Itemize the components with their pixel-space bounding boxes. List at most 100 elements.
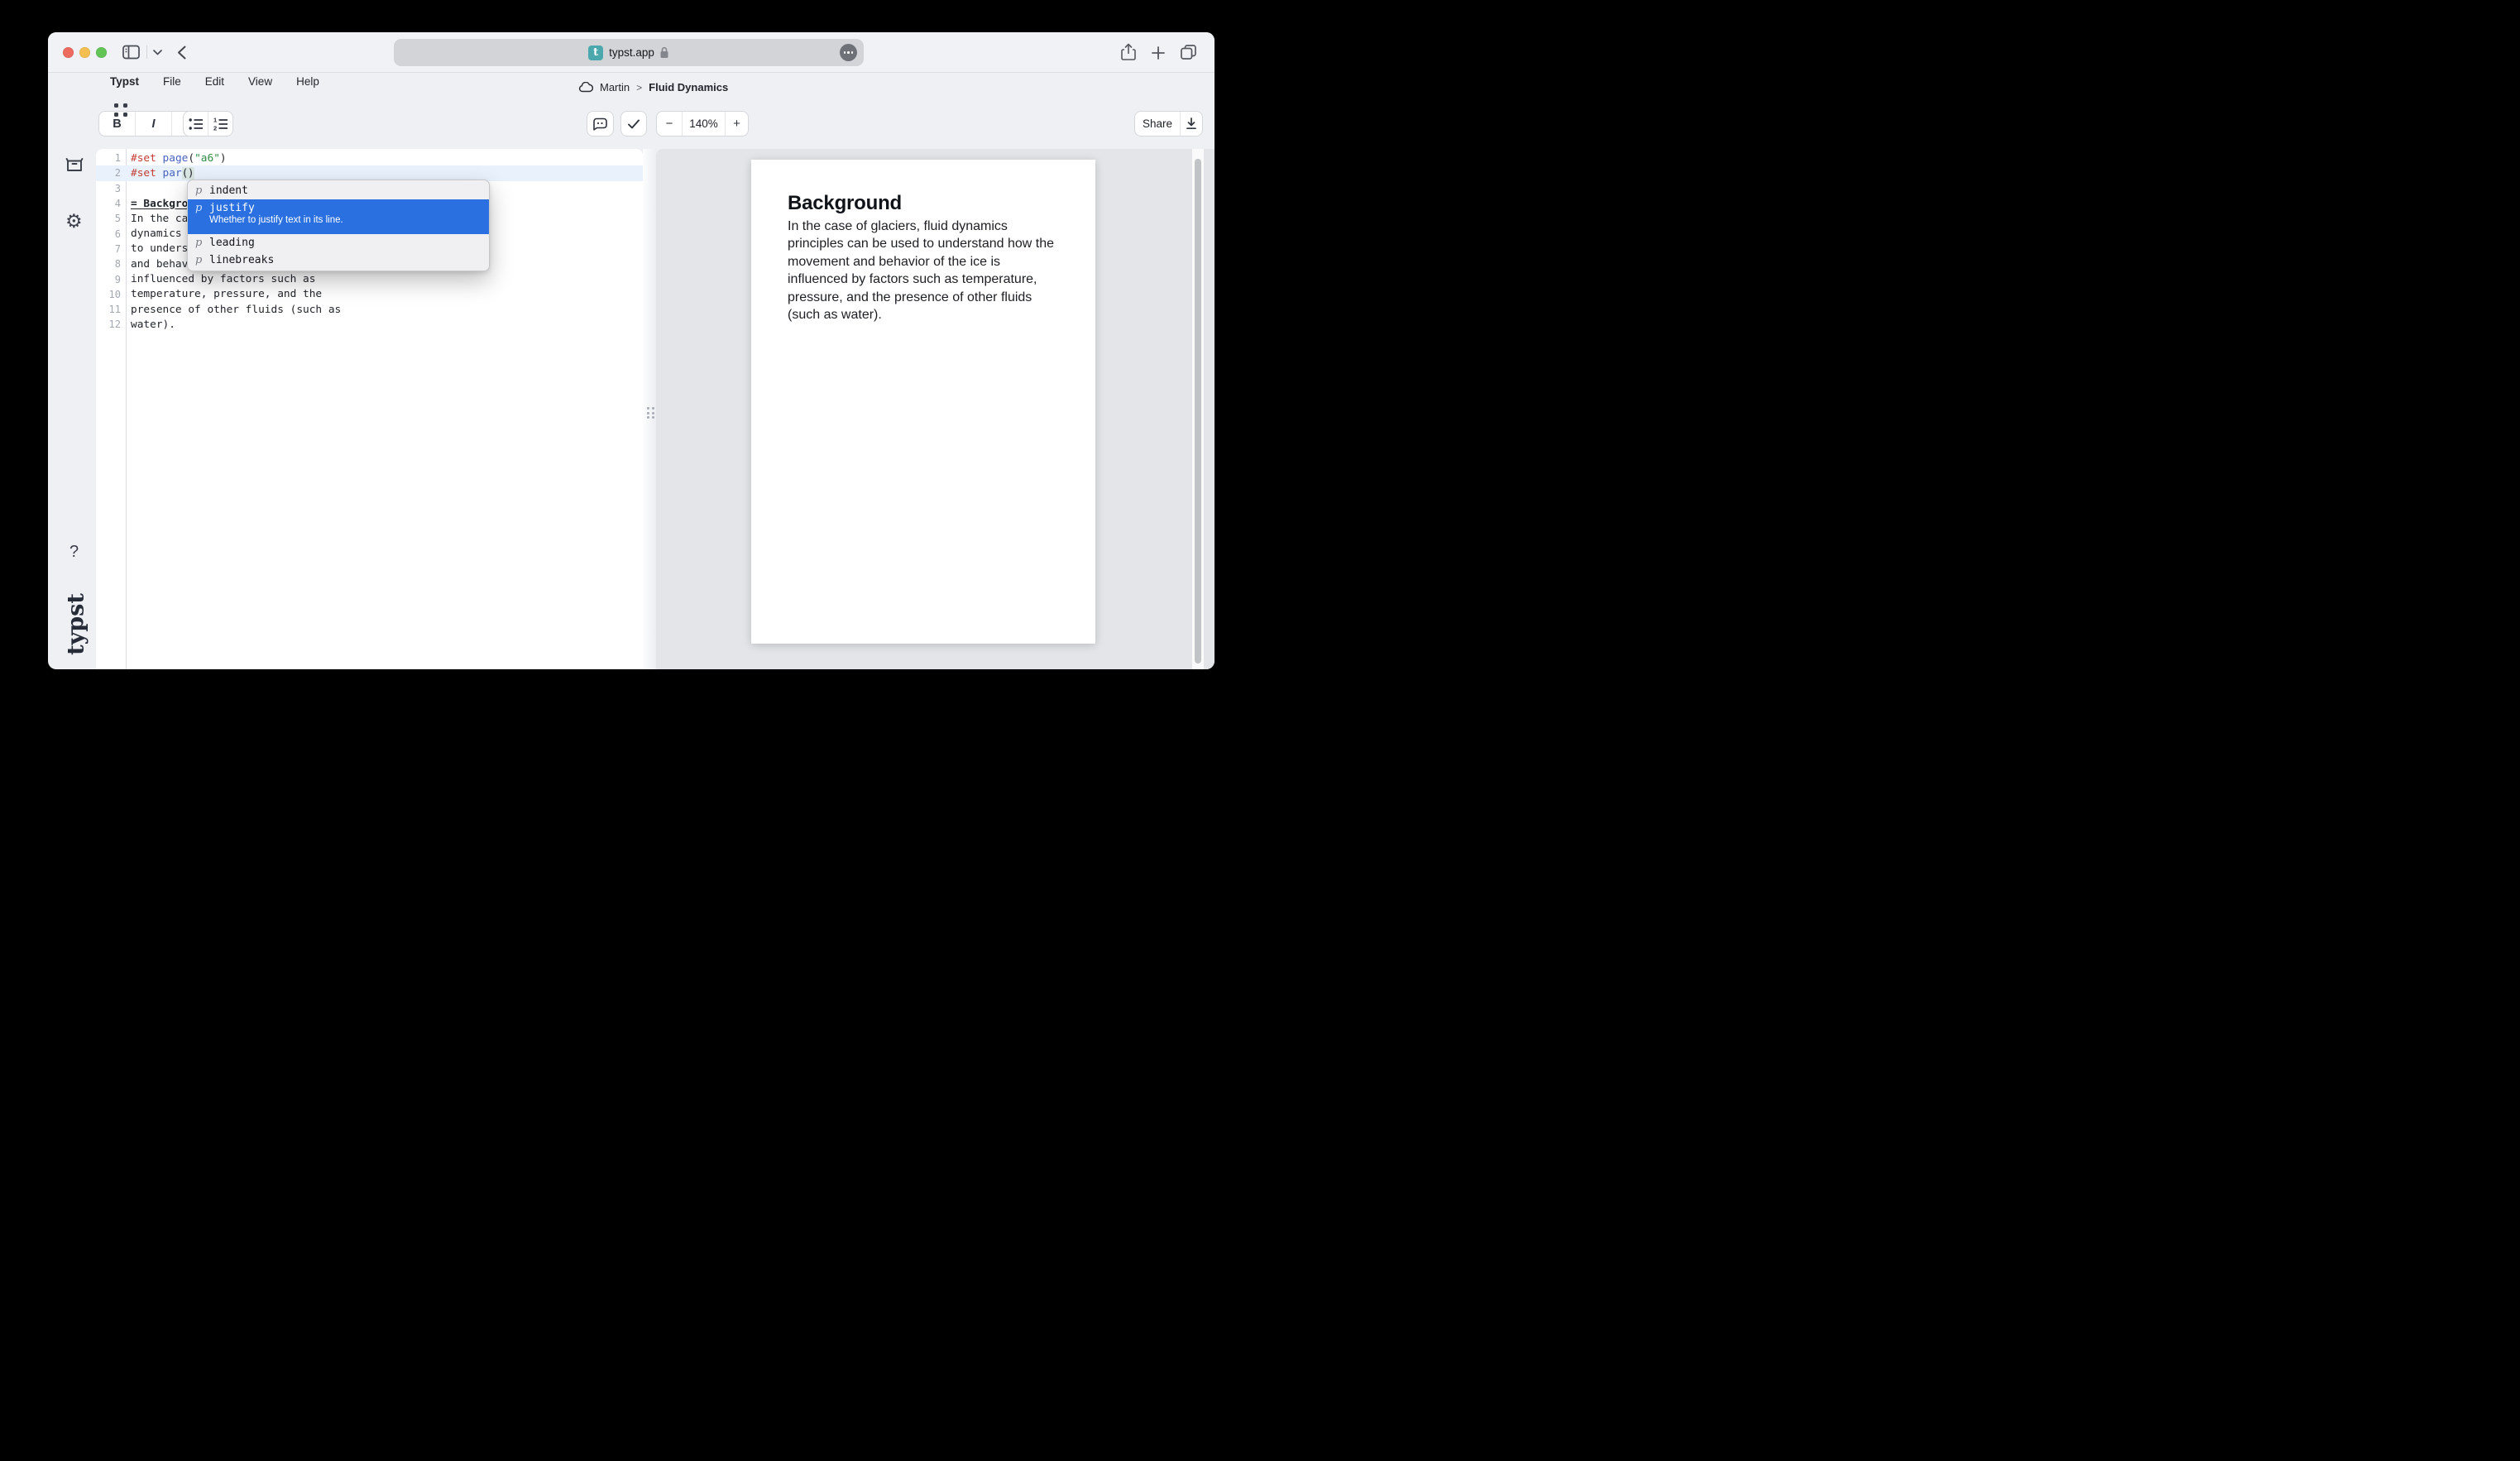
page-options-icon[interactable]: [840, 44, 857, 61]
line-number: 12: [96, 319, 121, 330]
browser-chrome: t typst.app: [48, 32, 1214, 73]
share-button[interactable]: Share: [1135, 112, 1181, 136]
line-number: 7: [96, 243, 121, 255]
share-group: Share: [1134, 111, 1203, 137]
app-grid-icon[interactable]: [114, 103, 127, 117]
line-number: 3: [96, 183, 121, 194]
files-box-icon[interactable]: [65, 157, 84, 174]
code-line[interactable]: 11 presence of other fluids (such as: [96, 302, 643, 317]
line-number: 6: [96, 228, 121, 240]
check-icon: [627, 118, 640, 130]
list-format-group: 1 2: [183, 111, 233, 137]
browser-window: t typst.app: [48, 32, 1214, 669]
menu-item-help[interactable]: Help: [296, 75, 319, 88]
breadcrumb[interactable]: Martin > Fluid Dynamics: [578, 81, 728, 93]
preview-page: Background In the case of glaciers, flui…: [751, 160, 1095, 644]
code-line[interactable]: 12 water).: [96, 317, 643, 332]
typst-favicon-icon: t: [588, 46, 603, 60]
preview-heading: Background: [788, 191, 1064, 216]
check-button[interactable]: [621, 112, 646, 136]
preview-scrollbar-track[interactable]: [1192, 149, 1204, 669]
breadcrumb-separator: >: [636, 82, 642, 93]
cloud-icon: [578, 82, 593, 93]
line-number: 1: [96, 152, 121, 164]
help-icon[interactable]: ?: [69, 543, 79, 562]
line-number: 11: [96, 304, 121, 315]
approve-group: [620, 111, 647, 137]
zoom-out-button[interactable]: −: [657, 112, 683, 136]
minimize-window-button[interactable]: [79, 47, 90, 58]
italic-button[interactable]: I: [136, 112, 172, 136]
autocomplete-item-indent[interactable]: pindent: [188, 182, 489, 199]
screenshot-stage: t typst.app: [0, 0, 1260, 730]
menu-item-view[interactable]: View: [248, 75, 272, 88]
autocomplete-popup: pindentpjustifyWhether to justify text i…: [187, 180, 490, 271]
line-number: 5: [96, 213, 121, 224]
code-text: influenced by factors such as: [131, 273, 315, 285]
line-number: 2: [96, 167, 121, 179]
svg-text:1: 1: [213, 117, 217, 124]
zoom-window-button[interactable]: [96, 47, 107, 58]
sidebar-toggle-icon[interactable]: [122, 45, 140, 60]
menu-item-typst[interactable]: Typst: [110, 75, 139, 88]
download-icon: [1186, 117, 1197, 130]
browser-share-icon[interactable]: [1121, 43, 1136, 61]
menu-bar: Typst File Edit View Help: [110, 75, 319, 88]
line-number: 10: [96, 289, 121, 300]
autocomplete-item-linebreaks[interactable]: p linebreaks: [188, 251, 489, 269]
new-tab-icon[interactable]: [1152, 46, 1165, 60]
autocomplete-description: Whether to justify text in its line.: [209, 215, 343, 225]
bullet-list-icon: [189, 117, 204, 131]
numbered-list-icon: 1 2: [213, 117, 228, 131]
preview-scrollbar-thumb[interactable]: [1195, 159, 1201, 663]
download-button[interactable]: [1181, 112, 1202, 136]
pane-divider[interactable]: [643, 149, 656, 669]
bullet-list-button[interactable]: [184, 112, 208, 136]
parameter-kind-icon: p: [195, 254, 202, 266]
code-text: water).: [131, 319, 175, 331]
divider-drag-handle[interactable]: [647, 407, 654, 419]
code-line[interactable]: 9 influenced by factors such as: [96, 271, 643, 286]
breadcrumb-workspace[interactable]: Martin: [600, 81, 630, 93]
svg-text:2: 2: [213, 124, 217, 130]
typst-logo: typst: [64, 590, 89, 659]
zoom-in-button[interactable]: +: [726, 112, 748, 136]
url-text: typst.app: [609, 46, 654, 59]
parameter-kind-icon: p: [195, 202, 202, 214]
zoom-control-group: − 140% +: [656, 111, 749, 137]
line-number: 4: [96, 198, 121, 209]
lock-icon: [659, 46, 669, 59]
comments-group: [587, 111, 614, 137]
autocomplete-label: linebreaks: [209, 254, 274, 266]
back-icon[interactable]: [177, 46, 186, 60]
code-text: presence of other fluids (such as: [131, 304, 341, 316]
gear-icon[interactable]: ⚙: [65, 213, 83, 232]
comment-icon: [593, 117, 607, 131]
close-window-button[interactable]: [63, 47, 74, 58]
code-line[interactable]: 2 #set par(): [96, 165, 643, 180]
code-text: temperature, pressure, and the: [131, 288, 322, 300]
parameter-kind-icon: p: [195, 184, 202, 197]
autocomplete-label: leading: [209, 237, 255, 249]
autocomplete-item-leading[interactable]: pleading: [188, 234, 489, 251]
breadcrumb-document[interactable]: Fluid Dynamics: [649, 81, 728, 93]
autocomplete-item-justify[interactable]: pjustifyWhether to justify text in its l…: [188, 199, 489, 234]
zoom-level-value[interactable]: 140%: [683, 112, 726, 136]
preview-body-text: In the case of glaciers, fluid dynamicsp…: [788, 218, 1064, 325]
menu-item-file[interactable]: File: [163, 75, 181, 88]
chevron-down-icon[interactable]: [153, 50, 162, 55]
preview-pane[interactable]: Background In the case of glaciers, flui…: [656, 149, 1214, 669]
code-line[interactable]: 10 temperature, pressure, and the: [96, 287, 643, 302]
line-number: 8: [96, 258, 121, 270]
code-text: #set page("a6"): [131, 152, 227, 165]
line-number: 9: [96, 274, 121, 285]
code-line[interactable]: 1 #set page("a6"): [96, 151, 643, 165]
menu-item-edit[interactable]: Edit: [205, 75, 224, 88]
tab-overview-icon[interactable]: [1181, 45, 1196, 60]
comment-button[interactable]: [587, 112, 613, 136]
autocomplete-label: indent: [209, 184, 248, 197]
code-text: #set par(): [131, 167, 194, 180]
chrome-divider: [146, 46, 147, 59]
numbered-list-button[interactable]: 1 2: [208, 112, 232, 136]
address-bar[interactable]: t typst.app: [394, 39, 864, 66]
